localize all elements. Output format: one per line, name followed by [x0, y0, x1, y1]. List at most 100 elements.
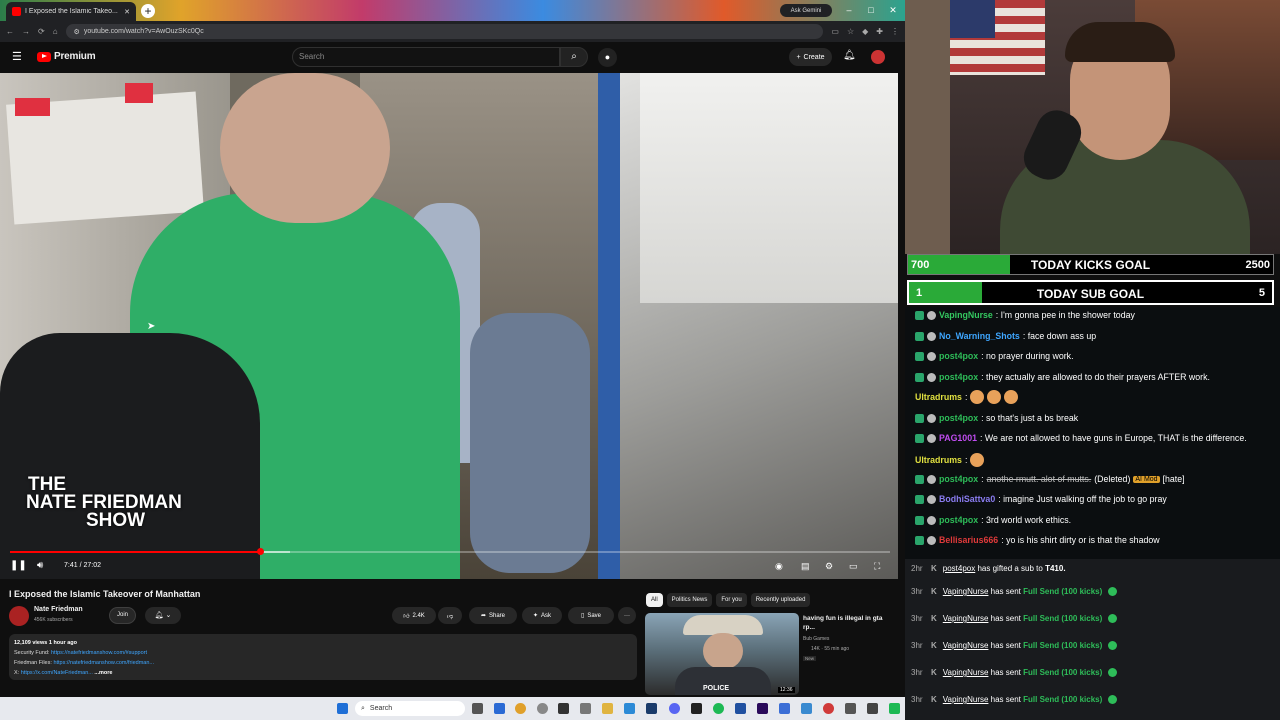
- related-channel[interactable]: Bub Games: [803, 636, 829, 642]
- channel-name[interactable]: Nate Friedman: [34, 606, 83, 613]
- back-icon[interactable]: ←: [6, 27, 14, 36]
- chat-username[interactable]: post4pox: [939, 372, 978, 382]
- ask-gemini-button[interactable]: Ask Gemini: [780, 4, 832, 17]
- settings-gear-icon[interactable]: ⚙: [825, 561, 833, 572]
- chat-username[interactable]: post4pox: [939, 474, 978, 484]
- menu-kebab-icon[interactable]: ⋮: [891, 27, 899, 36]
- edge-icon[interactable]: [494, 703, 505, 714]
- chat-username[interactable]: Bellisarius666: [939, 535, 998, 545]
- search-button[interactable]: ⌕: [560, 47, 588, 67]
- chip-for-you[interactable]: For you: [716, 593, 747, 607]
- app-icon[interactable]: [580, 703, 591, 714]
- extensions-puzzle-icon[interactable]: ✚: [876, 27, 883, 36]
- app-icon[interactable]: [646, 703, 657, 714]
- save-button[interactable]: ▯ Save: [568, 607, 614, 624]
- description-more-button[interactable]: ...more: [94, 670, 112, 676]
- subscribed-bell-button[interactable]: 🔔︎ ⌄: [145, 607, 181, 624]
- search-input[interactable]: Search: [292, 47, 560, 67]
- youtube-premium-logo[interactable]: Premium: [37, 51, 96, 62]
- event-username[interactable]: VapingNurse: [943, 695, 989, 704]
- site-info-icon[interactable]: ⚙: [74, 28, 80, 36]
- chat-username[interactable]: Ultradrums: [915, 455, 962, 465]
- event-username[interactable]: VapingNurse: [943, 668, 989, 677]
- related-duration: 12:36: [778, 687, 795, 693]
- chip-recently-uploaded[interactable]: Recently uploaded: [750, 593, 811, 607]
- dislike-button[interactable]: 👎︎: [438, 607, 462, 624]
- autoplay-toggle-icon[interactable]: ◉: [775, 561, 783, 572]
- notifications-bell-icon[interactable]: 🔔︎: [843, 50, 856, 61]
- app-icon[interactable]: [823, 703, 834, 714]
- app-icon[interactable]: [537, 703, 548, 714]
- task-view-icon[interactable]: [472, 703, 483, 714]
- telegram-icon[interactable]: [624, 703, 635, 714]
- obs-icon[interactable]: [558, 703, 569, 714]
- chip-politics-news[interactable]: Politics News: [666, 593, 713, 607]
- chat-username[interactable]: No_Warning_Shots: [939, 331, 1020, 341]
- maximize-button[interactable]: □: [862, 3, 880, 17]
- chip-all[interactable]: All: [646, 593, 663, 607]
- related-video-title[interactable]: having fun is illegal in gta rp...: [803, 614, 893, 632]
- channel-avatar[interactable]: [9, 606, 29, 626]
- chat-username[interactable]: VapingNurse: [939, 310, 993, 320]
- chrome-icon[interactable]: [515, 703, 526, 714]
- video-scrubber-handle[interactable]: [257, 548, 264, 555]
- forward-icon[interactable]: →: [22, 27, 30, 36]
- pause-icon[interactable]: ❚❚: [10, 560, 27, 571]
- chat-username[interactable]: post4pox: [939, 413, 978, 423]
- ask-button[interactable]: ✦ Ask: [522, 607, 562, 624]
- premiere-icon[interactable]: [757, 703, 768, 714]
- related-video-thumbnail[interactable]: POLICE: [645, 613, 799, 695]
- event-username[interactable]: VapingNurse: [943, 641, 989, 650]
- chat-username[interactable]: PAG1001: [939, 433, 977, 443]
- x-link[interactable]: https://x.com/NateFriedman...: [21, 670, 93, 676]
- tab-close-icon[interactable]: ✕: [124, 8, 130, 16]
- close-window-button[interactable]: ✕: [884, 3, 902, 17]
- share-button[interactable]: ➦ Share: [469, 607, 517, 624]
- more-actions-button[interactable]: ···: [618, 607, 636, 624]
- app-icon[interactable]: [801, 703, 812, 714]
- captions-icon[interactable]: ▤: [801, 561, 810, 572]
- bell-icon: 🔔︎ ⌄: [154, 612, 172, 619]
- security-fund-link[interactable]: https://natefriedmanshow.com/#support: [51, 650, 147, 656]
- app-icon[interactable]: [735, 703, 746, 714]
- browser-tab-youtube[interactable]: I Exposed the Islamic Takeo... ✕: [6, 2, 136, 21]
- cast-icon[interactable]: ▭: [831, 27, 839, 36]
- video-description[interactable]: 12,109 views 1 hour ago Security Fund: h…: [9, 634, 637, 680]
- create-button[interactable]: + Create: [789, 48, 832, 66]
- event-username[interactable]: VapingNurse: [943, 587, 989, 596]
- friedman-files-link[interactable]: https://natefriedmanshow.com/friedman...: [53, 660, 154, 666]
- app-icon[interactable]: [867, 703, 878, 714]
- app-icon[interactable]: [691, 703, 702, 714]
- address-bar[interactable]: ⚙ youtube.com/watch?v=AwOuzSKc0Qc: [65, 24, 824, 39]
- event-username[interactable]: VapingNurse: [943, 614, 989, 623]
- minimize-button[interactable]: –: [840, 3, 858, 17]
- chat-username[interactable]: BodhiSattva0: [939, 494, 995, 504]
- spotify-icon[interactable]: [713, 703, 724, 714]
- like-button[interactable]: 👍︎ 2.4K: [392, 607, 436, 624]
- file-explorer-icon[interactable]: [602, 703, 613, 714]
- sub-goal-target: 5: [1258, 287, 1265, 299]
- start-windows-icon[interactable]: [337, 703, 348, 714]
- discord-icon[interactable]: [669, 703, 680, 714]
- bookmark-star-icon[interactable]: ☆: [847, 27, 854, 36]
- thumb-police-text: POLICE: [703, 685, 730, 692]
- app-icon[interactable]: [779, 703, 790, 714]
- chat-username[interactable]: post4pox: [939, 515, 978, 525]
- extension-icon[interactable]: ◆: [862, 27, 868, 36]
- chat-username[interactable]: Ultradrums: [915, 392, 962, 402]
- taskbar-search[interactable]: ⌕ Search: [355, 701, 465, 716]
- chat-username[interactable]: post4pox: [939, 351, 978, 361]
- account-avatar[interactable]: [871, 50, 885, 64]
- join-button[interactable]: Join: [109, 607, 136, 624]
- volume-icon[interactable]: 🔊︎: [37, 560, 43, 571]
- event-username[interactable]: post4pox: [943, 564, 975, 573]
- miniplayer-icon[interactable]: ▭: [849, 561, 858, 572]
- app-icon[interactable]: [889, 703, 900, 714]
- fullscreen-icon[interactable]: ⛶: [874, 561, 880, 572]
- menu-hamburger-icon[interactable]: ☰: [12, 51, 24, 63]
- new-tab-button[interactable]: +: [141, 4, 155, 18]
- voice-search-button[interactable]: ●: [598, 48, 617, 67]
- home-icon[interactable]: ⌂: [53, 27, 58, 36]
- app-icon[interactable]: [845, 703, 856, 714]
- reload-icon[interactable]: ⟳: [38, 27, 45, 36]
